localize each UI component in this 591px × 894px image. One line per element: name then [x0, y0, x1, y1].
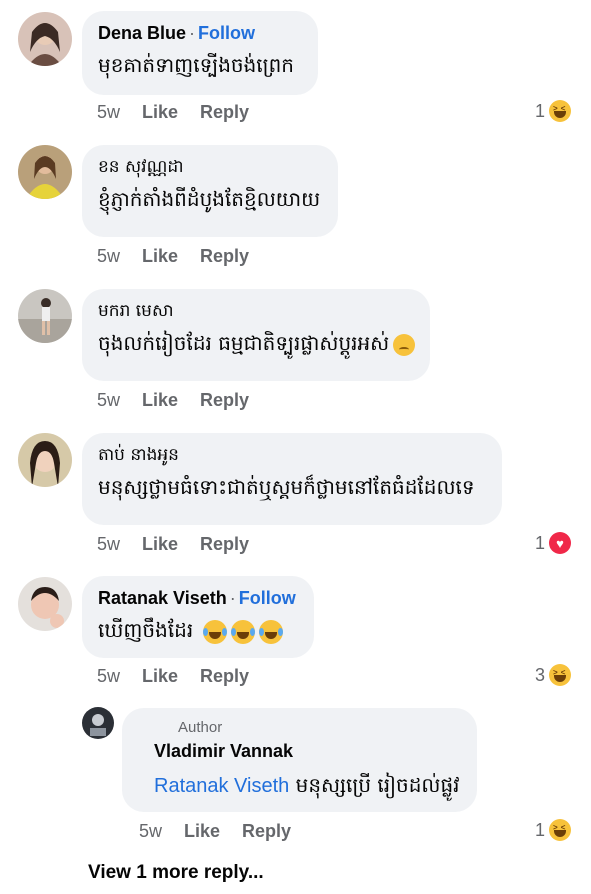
comment-text: ឃើញចឹងដែរ: [98, 618, 194, 642]
comment-actions: 5w Like Reply: [97, 390, 271, 411]
comment-text: ខ្ញុំភ្ញាក់តាំងពីដំបូងតែខ្មិលយាយ: [98, 187, 321, 211]
reply-button[interactable]: Reply: [242, 821, 291, 842]
avatar[interactable]: [18, 289, 72, 343]
timestamp[interactable]: 5w: [97, 534, 120, 555]
reaction-count: 1: [535, 532, 546, 553]
haha-icon: ><: [549, 819, 572, 841]
comment-text: មុខគាត់ទាញទ្បើងចង់ព្រេក: [98, 53, 294, 77]
comment-bubble: តាប់ នាងអូន មនុស្សថ្លាមធំទោះជាត់ឬស្គមក៏ថ…: [82, 433, 502, 525]
author-avatar[interactable]: [82, 707, 114, 739]
comment-bubble: មករា មេសា ចុងលក់រៀចដែរ ធម្មជាតិទ្បូរផ្លា…: [82, 289, 430, 381]
love-icon: ♥: [549, 532, 572, 554]
comment-text: មនុស្សថ្លាមធំទោះជាត់ឬស្គមក៏ថ្លាមនៅតែធំដដ…: [98, 475, 475, 499]
like-button[interactable]: Like: [142, 534, 178, 555]
mention-link[interactable]: Ratanak Viseth: [154, 775, 289, 797]
reply-button[interactable]: Reply: [200, 534, 249, 555]
reaction-summary[interactable]: 1 ♥: [535, 532, 572, 554]
reaction-count: 3: [535, 664, 546, 685]
tears-of-joy-icon: [231, 619, 256, 644]
haha-icon: ><: [549, 664, 572, 686]
reaction-summary[interactable]: 3 ><: [535, 664, 572, 686]
reaction-count: 1: [535, 819, 546, 840]
reply-text: មនុស្សប្រើ រៀចដល់ផ្លូវ: [295, 773, 460, 797]
timestamp[interactable]: 5w: [97, 102, 120, 123]
comment-actions: 5w Like Reply: [97, 666, 271, 687]
like-button[interactable]: Like: [142, 246, 178, 267]
comment-bubble: Dena Blue · Follow មុខគាត់ទាញទ្បើងចង់ព្រេក: [82, 11, 318, 95]
replier-name[interactable]: Vladimir Vannak: [154, 740, 461, 762]
comment-actions: 5w Like Reply: [97, 102, 271, 123]
timestamp[interactable]: 5w: [139, 821, 162, 842]
view-more-replies-link[interactable]: View 1 more reply...: [88, 862, 264, 884]
commenter-name[interactable]: ខន សុវណ្ណដា: [98, 157, 184, 177]
comment-actions: 5w Like Reply: [97, 246, 271, 267]
like-button[interactable]: Like: [142, 390, 178, 411]
comment-text: ចុងលក់រៀចដែរ ធម្មជាតិទ្បូរផ្លាស់ប្ដូរអស់: [98, 331, 390, 355]
comment-bubble: ខន សុវណ្ណដា ខ្ញុំភ្ញាក់តាំងពីដំបូងតែខ្មិ…: [82, 145, 338, 237]
commenter-name[interactable]: Dena Blue: [98, 23, 186, 43]
avatar[interactable]: [18, 577, 72, 631]
haha-icon: ><: [549, 100, 572, 122]
reply-button[interactable]: Reply: [200, 246, 249, 267]
reply-button[interactable]: Reply: [200, 390, 249, 411]
tears-of-joy-icon: [203, 619, 228, 644]
reply-actions: 5w Like Reply: [139, 821, 313, 842]
commenter-name[interactable]: មករា មេសា: [98, 301, 174, 321]
commenter-name[interactable]: តាប់ នាងអូន: [98, 445, 179, 465]
avatar[interactable]: [18, 12, 72, 66]
tears-of-joy-icon: [259, 619, 284, 644]
like-button[interactable]: Like: [184, 821, 220, 842]
comment-actions: 5w Like Reply: [97, 534, 271, 555]
reply-button[interactable]: Reply: [200, 102, 249, 123]
comment-bubble: Ratanak Viseth · Follow ឃើញចឹងដែរ: [82, 576, 314, 658]
like-button[interactable]: Like: [142, 666, 178, 687]
follow-link[interactable]: Follow: [198, 23, 255, 43]
author-badge: Author: [178, 719, 223, 736]
reaction-summary[interactable]: 1 ><: [535, 819, 572, 841]
timestamp[interactable]: 5w: [97, 390, 120, 411]
avatar[interactable]: [18, 433, 72, 487]
avatar[interactable]: [18, 145, 72, 199]
follow-link[interactable]: Follow: [239, 588, 296, 608]
reaction-summary[interactable]: 1 ><: [535, 100, 572, 122]
reaction-count: 1: [535, 100, 546, 121]
reply-bubble: Author Vladimir Vannak Ratanak Viseth មន…: [122, 708, 477, 812]
reply-button[interactable]: Reply: [200, 666, 249, 687]
timestamp[interactable]: 5w: [97, 246, 120, 267]
timestamp[interactable]: 5w: [97, 666, 120, 687]
disappointed-face-icon: [393, 333, 416, 356]
commenter-name[interactable]: Ratanak Viseth: [98, 588, 227, 608]
like-button[interactable]: Like: [142, 102, 178, 123]
